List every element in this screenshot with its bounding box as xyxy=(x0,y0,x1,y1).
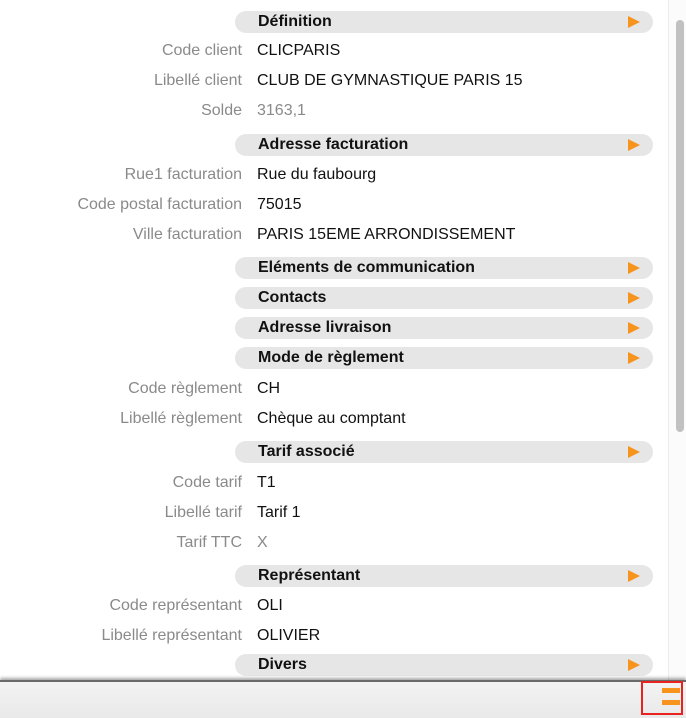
triangle-right-icon xyxy=(628,352,640,364)
section-title: Eléments de communication xyxy=(258,259,475,276)
scrollbar-thumb[interactable] xyxy=(676,20,684,432)
menu-icon xyxy=(662,688,680,693)
field-label: Code postal facturation xyxy=(77,196,242,213)
field-label: Solde xyxy=(201,102,242,119)
field-libelle-reglement: Libellé règlement Chèque au comptant xyxy=(0,408,660,430)
field-label: Code règlement xyxy=(128,380,242,397)
section-title: Définition xyxy=(258,13,332,30)
client-detail-panel: Définition Code client CLICPARIS Libellé… xyxy=(0,0,668,680)
field-solde: Solde 3163,1 xyxy=(0,100,660,122)
triangle-right-icon xyxy=(628,262,640,274)
field-label: Code client xyxy=(161,42,242,59)
field-code-representant: Code représentant OLI xyxy=(0,595,660,617)
field-label: Code représentant xyxy=(109,597,242,614)
field-label: Libellé règlement xyxy=(120,410,242,427)
section-tarif-associe[interactable]: Tarif associé xyxy=(235,441,653,463)
section-adresse-livraison[interactable]: Adresse livraison xyxy=(235,317,653,339)
triangle-right-icon xyxy=(628,570,640,582)
field-label: Code tarif xyxy=(172,474,242,491)
field-value: CLUB DE GYMNASTIQUE PARIS 15 xyxy=(257,72,523,89)
field-libelle-tarif: Libellé tarif Tarif 1 xyxy=(0,502,660,524)
field-value: 75015 xyxy=(257,196,302,213)
triangle-right-icon xyxy=(628,659,640,671)
triangle-right-icon xyxy=(628,446,640,458)
field-label: Libellé client xyxy=(153,72,242,89)
section-representant[interactable]: Représentant xyxy=(235,565,653,587)
field-code-client: Code client CLICPARIS xyxy=(0,40,660,62)
field-label: Libellé représentant xyxy=(101,627,242,644)
field-value: OLIVIER xyxy=(257,627,321,644)
section-divers[interactable]: Divers xyxy=(235,654,653,676)
section-adresse-facturation[interactable]: Adresse facturation xyxy=(235,134,653,156)
field-label: Tarif TTC xyxy=(176,534,242,551)
section-title: Contacts xyxy=(258,289,327,306)
field-code-reglement: Code règlement CH xyxy=(0,378,660,400)
bottom-toolbar xyxy=(0,680,686,718)
vertical-scrollbar[interactable] xyxy=(668,0,686,680)
field-label: Rue1 facturation xyxy=(124,166,242,183)
field-value: Rue du faubourg xyxy=(257,166,377,183)
section-title: Tarif associé xyxy=(258,443,355,460)
section-title: Mode de règlement xyxy=(258,349,404,366)
section-mode-reglement[interactable]: Mode de règlement xyxy=(235,347,653,369)
field-value: 3163,1 xyxy=(257,102,306,119)
triangle-right-icon xyxy=(628,292,640,304)
menu-icon-bar xyxy=(662,700,680,705)
field-value: Tarif 1 xyxy=(257,504,301,521)
field-value: PARIS 15EME ARRONDISSEMENT xyxy=(257,226,516,243)
field-code-postal-facturation: Code postal facturation 75015 xyxy=(0,194,660,216)
field-label: Ville facturation xyxy=(132,226,242,243)
field-value: Chèque au comptant xyxy=(257,410,406,427)
field-value: CH xyxy=(257,380,281,397)
triangle-right-icon xyxy=(628,322,640,334)
section-contacts[interactable]: Contacts xyxy=(235,287,653,309)
section-title: Divers xyxy=(258,656,307,673)
field-code-tarif: Code tarif T1 xyxy=(0,472,660,494)
menu-button[interactable] xyxy=(641,681,683,715)
field-value: CLICPARIS xyxy=(257,42,341,59)
field-value: OLI xyxy=(257,597,283,614)
field-value: T1 xyxy=(257,474,276,491)
field-libelle-representant: Libellé représentant OLIVIER xyxy=(0,625,660,647)
triangle-right-icon xyxy=(628,139,640,151)
triangle-right-icon xyxy=(628,16,640,28)
field-libelle-client: Libellé client CLUB DE GYMNASTIQUE PARIS… xyxy=(0,70,660,92)
section-elements-communication[interactable]: Eléments de communication xyxy=(235,257,653,279)
field-ville-facturation: Ville facturation PARIS 15EME ARRONDISSE… xyxy=(0,224,660,246)
field-label: Libellé tarif xyxy=(164,504,242,521)
section-definition[interactable]: Définition xyxy=(235,11,653,33)
section-title: Représentant xyxy=(258,567,361,584)
field-tarif-ttc: Tarif TTC X xyxy=(0,532,660,554)
field-rue1-facturation: Rue1 facturation Rue du faubourg xyxy=(0,164,660,186)
section-title: Adresse facturation xyxy=(258,136,409,153)
field-value: X xyxy=(257,534,268,551)
section-title: Adresse livraison xyxy=(258,319,392,336)
